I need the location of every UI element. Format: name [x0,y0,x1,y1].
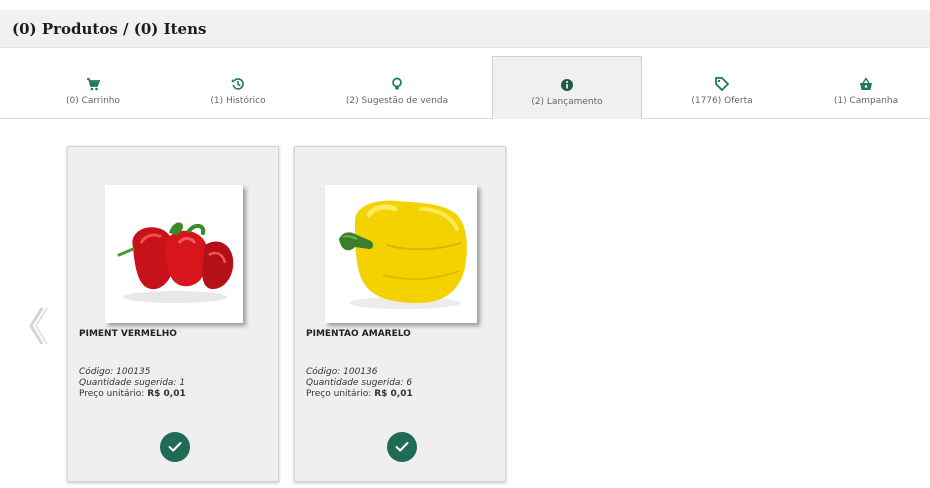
tab-sugestao-de-venda[interactable]: (2) Sugestão de venda [322,56,472,118]
product-suggested-qty: Quantidade sugerida: 6 [306,378,413,388]
product-price-value: R$ 0,01 [147,389,186,399]
page-title: (0) Produtos / (0) Itens [12,20,207,38]
product-price-row: Preço unitário: R$ 0,01 [79,389,186,400]
check-button[interactable] [387,432,417,462]
check-icon [168,442,182,452]
tag-icon [715,76,730,92]
red-pepper-photo [105,185,243,323]
tab-label: (2) Sugestão de venda [345,96,449,106]
product-price-label: Preço unitário: [306,389,375,399]
product-details: Código: 100136 Quantidade sugerida: 6 Pr… [306,367,413,400]
tab-oferta[interactable]: (1776) Oferta [652,56,792,118]
tab-historico[interactable]: (1) Histórico [168,56,308,118]
tab-bar: (0) Carrinho (1) Histórico (2) Sugestão … [0,56,930,119]
product-price-value: R$ 0,01 [374,389,413,399]
header-bar: (0) Produtos / (0) Itens [0,10,930,48]
product-card[interactable]: PIMENT VERMELHO Código: 100135 Quantidad… [67,146,279,482]
tab-lancamento[interactable]: (2) Lançamento [492,56,642,119]
tab-campanha[interactable]: (1) Campanha [806,56,926,118]
lightbulb-icon [390,76,404,90]
product-code: Código: 100135 [79,367,151,377]
check-icon [395,442,409,452]
history-icon [231,76,245,90]
tab-label: (1) Histórico [210,96,266,106]
product-details: Código: 100135 Quantidade sugerida: 1 Pr… [79,367,186,400]
product-price-row: Preço unitário: R$ 0,01 [306,389,413,400]
product-name: PIMENT VERMELHO [79,329,177,339]
tab-label: (0) Carrinho [65,96,121,106]
info-icon [560,77,574,91]
tab-carrinho[interactable]: (0) Carrinho [28,56,158,118]
product-code: Código: 100136 [306,367,378,377]
product-price-label: Preço unitário: [79,389,148,399]
yellow-pepper-photo [325,185,477,323]
product-suggested-qty: Quantidade sugerida: 1 [79,378,186,388]
tab-label: (2) Lançamento [531,97,603,107]
carousel-prev-arrow-icon[interactable] [26,304,50,348]
basket-icon [859,76,873,90]
product-card[interactable]: PIMENTAO AMARELO Código: 100136 Quantida… [294,146,506,482]
tab-label: (1) Campanha [833,96,899,106]
product-name: PIMENTAO AMARELO [306,329,411,339]
cart-icon [86,76,101,91]
tab-label: (1776) Oferta [691,96,753,106]
check-button[interactable] [160,432,190,462]
